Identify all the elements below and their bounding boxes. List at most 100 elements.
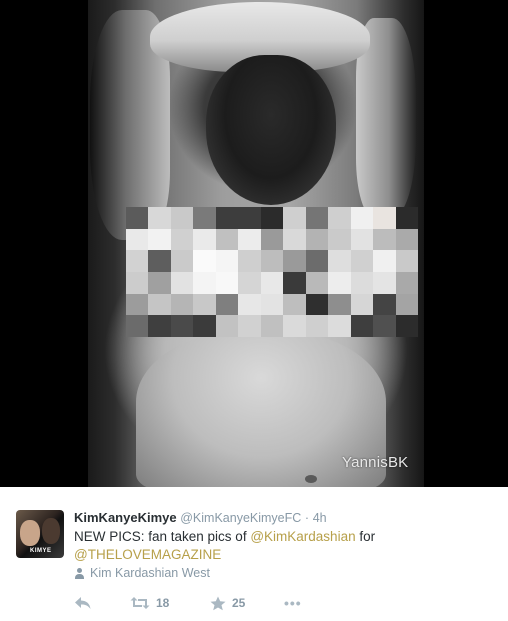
mosaic-tile <box>395 207 418 229</box>
mosaic-tile <box>328 250 351 272</box>
mosaic-tile <box>373 250 396 272</box>
mosaic-tile <box>238 207 261 229</box>
reply-icon <box>75 597 91 609</box>
mosaic-tile <box>328 207 351 229</box>
mosaic-tile <box>148 271 171 294</box>
mosaic-tile <box>283 315 306 337</box>
mosaic-tile <box>328 228 351 251</box>
mosaic-tile <box>238 228 261 251</box>
retweet-count: 18 <box>156 596 170 610</box>
separator-dot: · <box>304 511 310 525</box>
photo-watermark: YannisBK <box>342 454 409 471</box>
mention-thelovemagazine[interactable]: @THELOVEMAGAZINE <box>74 547 221 562</box>
mosaic-tile <box>170 228 194 251</box>
retweet-icon <box>130 597 150 609</box>
avatar[interactable]: KIMYE <box>16 510 64 558</box>
tweet-text: NEW PICS: fan taken pics of @KimKardashi… <box>74 528 494 564</box>
mosaic-tile <box>215 271 239 294</box>
mosaic-tile <box>170 271 194 294</box>
mosaic-tile <box>328 271 351 294</box>
mosaic-tile <box>215 250 239 272</box>
mosaic-tile <box>126 250 149 272</box>
mosaic-tile <box>238 271 261 294</box>
avatar-tag: KIMYE <box>30 548 52 554</box>
mosaic-tile <box>373 271 396 294</box>
mosaic-tile <box>283 207 306 229</box>
mosaic-tile <box>215 207 239 229</box>
mosaic-tile <box>148 207 171 229</box>
person-icon <box>74 567 85 579</box>
avatar-face-right <box>42 518 60 544</box>
reply-button[interactable] <box>74 596 130 610</box>
mosaic-tile <box>305 250 329 272</box>
tweet-text-middle: for <box>355 529 376 544</box>
mosaic-tile <box>395 293 418 316</box>
mosaic-tile <box>148 228 171 251</box>
mosaic-tile <box>395 228 418 251</box>
retweet-button[interactable]: 18 <box>130 596 210 610</box>
mosaic-tile <box>260 250 284 272</box>
mosaic-tile <box>350 293 374 316</box>
mosaic-tile <box>126 228 149 251</box>
mosaic-tile <box>148 250 171 272</box>
mosaic-tile <box>395 250 418 272</box>
user-handle[interactable]: @KimKanyeKimyeFC <box>180 511 301 525</box>
mosaic-tile <box>126 315 149 337</box>
mosaic-tile <box>238 250 261 272</box>
more-icon: ••• <box>284 595 302 611</box>
tweet-context[interactable]: Kim Kardashian West <box>74 566 210 580</box>
photo-navel <box>305 475 317 483</box>
tweet-card: KIMYE KimKanyeKimye @KimKanyeKimyeFC · 4… <box>0 487 508 621</box>
mosaic-tile <box>305 293 329 316</box>
mosaic-tile <box>170 207 194 229</box>
mosaic-tile <box>126 271 149 294</box>
avatar-face-left <box>20 520 40 546</box>
mosaic-tile <box>193 228 216 251</box>
censor-mosaic <box>126 207 418 337</box>
mosaic-tile <box>193 271 216 294</box>
mosaic-tile <box>305 271 329 294</box>
mosaic-tile <box>238 315 261 337</box>
mosaic-tile <box>260 228 284 251</box>
mosaic-tile <box>373 207 396 229</box>
mosaic-tile <box>215 228 239 251</box>
favorite-star-icon <box>210 596 226 610</box>
mosaic-tile <box>148 293 171 316</box>
tweet-photo[interactable]: YannisBK <box>88 0 424 487</box>
mosaic-tile <box>328 315 351 337</box>
mosaic-tile <box>350 207 374 229</box>
tweet-timestamp[interactable]: 4h <box>313 511 327 525</box>
mosaic-tile <box>350 250 374 272</box>
mosaic-tile <box>170 293 194 316</box>
display-name[interactable]: KimKanyeKimye <box>74 510 177 525</box>
mosaic-tile <box>283 293 306 316</box>
mosaic-tile <box>328 293 351 316</box>
context-label: Kim Kardashian West <box>90 566 210 580</box>
mosaic-tile <box>170 250 194 272</box>
mosaic-tile <box>148 315 171 337</box>
tweet-media[interactable]: YannisBK <box>0 0 508 487</box>
mosaic-tile <box>193 250 216 272</box>
mosaic-tile <box>170 315 194 337</box>
mosaic-tile <box>305 228 329 251</box>
mosaic-tile <box>260 271 284 294</box>
mosaic-tile <box>350 271 374 294</box>
mosaic-tile <box>305 315 329 337</box>
mosaic-tile <box>215 293 239 316</box>
mosaic-tile <box>126 293 149 316</box>
mosaic-tile <box>238 293 261 316</box>
tweet-header: KimKanyeKimye @KimKanyeKimyeFC · 4h <box>74 510 327 525</box>
mention-kimkardashian[interactable]: @KimKardashian <box>250 529 355 544</box>
more-button[interactable]: ••• <box>284 595 302 611</box>
mosaic-tile <box>260 315 284 337</box>
mosaic-tile <box>193 315 216 337</box>
mosaic-tile <box>395 315 418 337</box>
mosaic-tile <box>350 228 374 251</box>
tweet-text-prefix: NEW PICS: fan taken pics of <box>74 529 251 544</box>
mosaic-tile <box>373 228 396 251</box>
mosaic-tile <box>260 293 284 316</box>
mosaic-tile <box>193 207 216 229</box>
mosaic-tile <box>215 315 239 337</box>
favorite-count: 25 <box>232 596 246 610</box>
favorite-button[interactable]: 25 <box>210 596 284 611</box>
